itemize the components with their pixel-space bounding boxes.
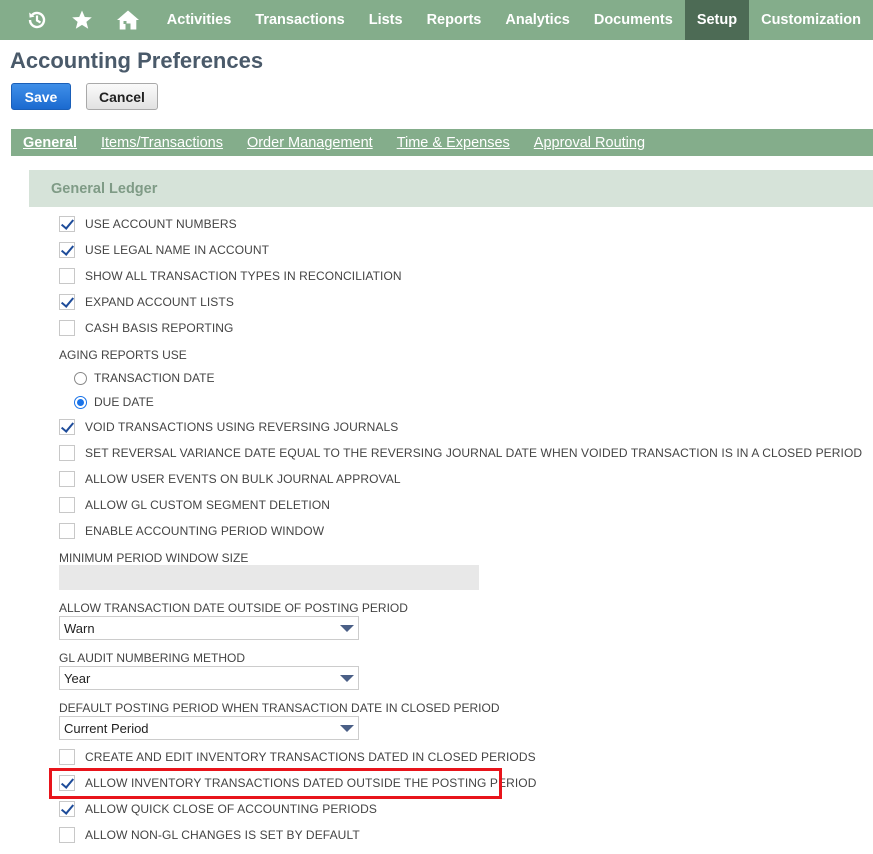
show-all-types-label: SHOW ALL TRANSACTION TYPES IN RECONCILIA… — [85, 269, 402, 283]
section-header: General Ledger — [29, 170, 873, 207]
reversal-variance-label: SET REVERSAL VARIANCE DATE EQUAL TO THE … — [85, 446, 863, 460]
top-nav: Activities Transactions Lists Reports An… — [0, 0, 873, 40]
tab-time-expenses[interactable]: Time & Expenses — [385, 135, 522, 151]
pref-use-account-numbers: USE ACCOUNT NUMBERS — [59, 214, 237, 234]
pref-inventory-closed: CREATE AND EDIT INVENTORY TRANSACTIONS D… — [59, 747, 536, 767]
subtab-bar: General Items/Transactions Order Managem… — [11, 129, 873, 156]
pref-reversal-variance: SET REVERSAL VARIANCE DATE EQUAL TO THE … — [59, 443, 862, 463]
use-account-numbers-label: USE ACCOUNT NUMBERS — [85, 217, 237, 231]
pref-void-reversing: VOID TRANSACTIONS USING REVERSING JOURNA… — [59, 417, 398, 437]
nav-activities[interactable]: Activities — [155, 0, 243, 40]
pref-non-gl-changes: ALLOW NON-GL CHANGES IS SET BY DEFAULT — [59, 825, 360, 845]
gl-audit-value: Year — [64, 670, 91, 686]
cash-basis-checkbox[interactable] — [59, 320, 75, 336]
nav-analytics[interactable]: Analytics — [493, 0, 581, 40]
quick-close-checkbox[interactable] — [59, 801, 75, 817]
quick-close-label: ALLOW QUICK CLOSE OF ACCOUNTING PERIODS — [85, 802, 377, 816]
user-events-bulk-label: ALLOW USER EVENTS ON BULK JOURNAL APPROV… — [85, 472, 401, 486]
chevron-down-icon[interactable] — [340, 625, 354, 632]
pref-cash-basis: CASH BASIS REPORTING — [59, 318, 233, 338]
pref-period-window: ENABLE ACCOUNTING PERIOD WINDOW — [59, 521, 324, 541]
tab-items-transactions[interactable]: Items/Transactions — [89, 135, 235, 151]
min-window-input — [59, 565, 479, 590]
expand-account-lists-checkbox[interactable] — [59, 294, 75, 310]
pref-user-events-bulk: ALLOW USER EVENTS ON BULK JOURNAL APPROV… — [59, 469, 401, 489]
cancel-button[interactable]: Cancel — [86, 83, 158, 110]
nav-lists[interactable]: Lists — [357, 0, 415, 40]
nav-transactions[interactable]: Transactions — [243, 0, 356, 40]
non-gl-changes-label: ALLOW NON-GL CHANGES IS SET BY DEFAULT — [85, 828, 360, 842]
outside-posting-label: ALLOW TRANSACTION DATE OUTSIDE OF POSTIN… — [59, 601, 408, 615]
cash-basis-label: CASH BASIS REPORTING — [85, 321, 234, 335]
void-reversing-label: VOID TRANSACTIONS USING REVERSING JOURNA… — [85, 420, 399, 434]
pref-show-all-types: SHOW ALL TRANSACTION TYPES IN RECONCILIA… — [59, 266, 402, 286]
nav-customization[interactable]: Customization — [749, 0, 873, 40]
pref-gl-segment-deletion: ALLOW GL CUSTOM SEGMENT DELETION — [59, 495, 330, 515]
default-posting-value: Current Period — [64, 720, 149, 736]
gl-segment-deletion-checkbox[interactable] — [59, 497, 75, 513]
reversal-variance-checkbox[interactable] — [59, 445, 75, 461]
home-icon[interactable] — [105, 0, 151, 40]
gl-audit-label: GL AUDIT NUMBERING METHOD — [59, 651, 246, 665]
default-posting-select[interactable]: Current Period — [59, 716, 359, 740]
nav-setup[interactable]: Setup — [684, 0, 750, 40]
nav-reports[interactable]: Reports — [415, 0, 494, 40]
min-window-label: MINIMUM PERIOD WINDOW SIZE — [59, 551, 249, 565]
star-icon[interactable] — [60, 0, 106, 40]
pref-expand-account-lists: EXPAND ACCOUNT LISTS — [59, 292, 234, 312]
inventory-closed-label: CREATE AND EDIT INVENTORY TRANSACTIONS D… — [85, 750, 536, 764]
use-account-numbers-checkbox[interactable] — [59, 216, 75, 232]
user-events-bulk-checkbox[interactable] — [59, 471, 75, 487]
save-button[interactable]: Save — [11, 83, 71, 110]
show-all-types-checkbox[interactable] — [59, 268, 75, 284]
chevron-down-icon[interactable] — [340, 675, 354, 682]
aging-transaction-date-option: TRANSACTION DATE — [74, 368, 214, 388]
recent-records-icon[interactable] — [14, 0, 60, 40]
tab-order-management[interactable]: Order Management — [235, 135, 385, 151]
expand-account-lists-label: EXPAND ACCOUNT LISTS — [85, 295, 234, 309]
void-reversing-checkbox[interactable] — [59, 419, 75, 435]
outside-posting-select[interactable]: Warn — [59, 616, 359, 640]
inventory-closed-checkbox[interactable] — [59, 749, 75, 765]
use-legal-name-checkbox[interactable] — [59, 242, 75, 258]
aging-due-date-label: DUE DATE — [94, 395, 154, 409]
period-window-checkbox[interactable] — [59, 523, 75, 539]
highlight-box — [49, 768, 502, 799]
outside-posting-value: Warn — [64, 620, 95, 636]
aging-due-date-radio[interactable] — [74, 395, 87, 409]
default-posting-label: DEFAULT POSTING PERIOD WHEN TRANSACTION … — [59, 701, 500, 715]
aging-reports-label: AGING REPORTS USE — [59, 348, 187, 362]
tab-approval-routing[interactable]: Approval Routing — [522, 135, 657, 151]
period-window-label: ENABLE ACCOUNTING PERIOD WINDOW — [85, 524, 325, 538]
gl-audit-select[interactable]: Year — [59, 666, 359, 690]
chevron-down-icon[interactable] — [340, 725, 354, 732]
section-title: General Ledger — [51, 180, 158, 197]
aging-due-date-option: DUE DATE — [74, 392, 154, 412]
use-legal-name-label: USE LEGAL NAME IN ACCOUNT — [85, 243, 270, 257]
tab-general[interactable]: General — [11, 135, 89, 151]
aging-transaction-date-radio[interactable] — [74, 371, 87, 385]
nav-documents[interactable]: Documents — [582, 0, 685, 40]
aging-transaction-date-label: TRANSACTION DATE — [94, 371, 215, 385]
pref-use-legal-name: USE LEGAL NAME IN ACCOUNT — [59, 240, 269, 260]
pref-quick-close: ALLOW QUICK CLOSE OF ACCOUNTING PERIODS — [59, 799, 377, 819]
page-title: Accounting Preferences — [10, 48, 264, 73]
non-gl-changes-checkbox[interactable] — [59, 827, 75, 843]
gl-segment-deletion-label: ALLOW GL CUSTOM SEGMENT DELETION — [85, 498, 331, 512]
